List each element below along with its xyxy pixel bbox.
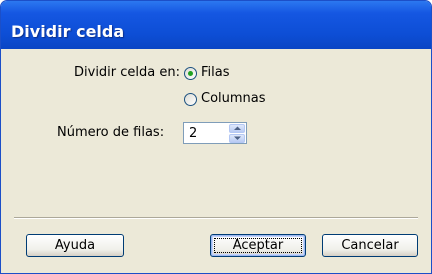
split-cell-dialog: Dividir celda Dividir celda en: Filas Co…	[0, 0, 432, 274]
help-button[interactable]: Ayuda	[26, 234, 124, 257]
radio-columnas-indicator[interactable]	[184, 93, 197, 106]
radio-filas-indicator[interactable]	[184, 67, 197, 80]
increment-arrow-icon[interactable]	[229, 124, 245, 133]
cancel-button-label: Cancelar	[341, 238, 399, 253]
dialog-body: Dividir celda en: Filas Columnas Número …	[4, 49, 428, 270]
help-button-label: Ayuda	[54, 238, 96, 253]
ok-button[interactable]: Aceptar	[210, 234, 306, 257]
title-bar[interactable]: Dividir celda	[1, 1, 431, 49]
ok-button-label: Aceptar	[232, 238, 284, 253]
cancel-button[interactable]: Cancelar	[322, 234, 418, 257]
split-label: Dividir celda en:	[74, 65, 180, 80]
radio-selected-dot	[188, 71, 193, 76]
rows-stepper[interactable]: 2	[183, 122, 247, 144]
rows-label: Número de filas:	[57, 125, 165, 140]
radio-filas-label[interactable]: Filas	[201, 65, 230, 80]
decrement-arrow-icon[interactable]	[229, 134, 245, 143]
rows-value[interactable]: 2	[189, 126, 197, 141]
radio-columnas-label[interactable]: Columnas	[201, 91, 266, 106]
stepper-arrows	[229, 124, 245, 143]
dialog-title: Dividir celda	[11, 22, 125, 41]
separator	[14, 217, 418, 219]
